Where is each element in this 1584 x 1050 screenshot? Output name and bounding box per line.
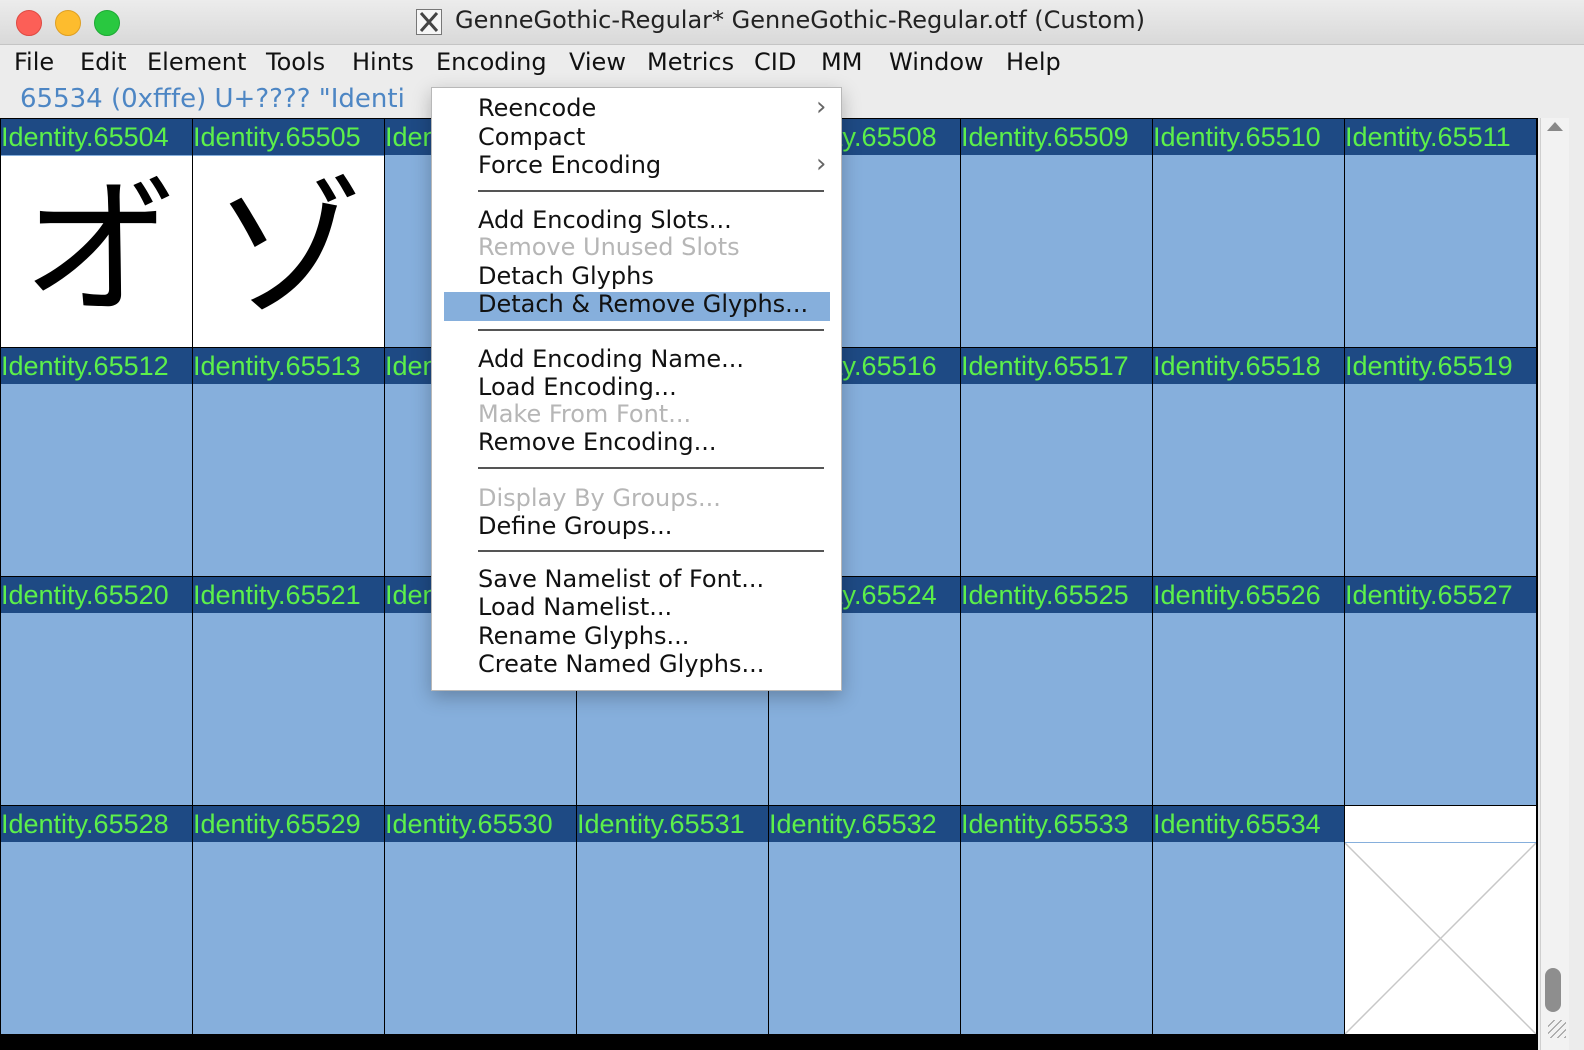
menu-item-remove-unused-slots: Remove Unused Slots <box>478 233 740 261</box>
empty-slot-cross-icon <box>1345 842 1536 1034</box>
resize-grip-icon[interactable] <box>1548 1020 1566 1038</box>
glyph-cell-label: Identity.65513 <box>193 348 384 384</box>
glyph-cell[interactable]: Identity.65528 <box>1 806 192 1034</box>
menu-mm[interactable]: MM <box>821 48 862 76</box>
menu-metrics[interactable]: Metrics <box>647 48 734 76</box>
glyph-cell[interactable]: Identity.65520 <box>1 577 192 805</box>
menu-item-make-from-font: Make From Font... <box>478 400 692 428</box>
glyph-cell[interactable]: Identity.65519 <box>1345 348 1536 576</box>
menu-item-rename-glyphs[interactable]: Rename Glyphs... <box>478 622 689 650</box>
glyph-cell[interactable]: Identity.65532 <box>769 806 960 1034</box>
glyph-cell[interactable]: Identity.65526 <box>1153 577 1344 805</box>
glyph-cell[interactable]: Identity.65504 オ゙ <box>1 119 192 347</box>
glyph-cell-label: Identity.65528 <box>1 806 192 842</box>
menu-item-detach-remove-glyphs[interactable]: Detach & Remove Glyphs... <box>478 290 808 318</box>
minimize-window-button[interactable] <box>55 10 81 36</box>
glyph-cell-label: Identity.65504 <box>1 119 192 155</box>
menu-item-remove-encoding[interactable]: Remove Encoding... <box>478 428 717 456</box>
glyph-cell[interactable]: Identity.65509 <box>961 119 1152 347</box>
menu-element[interactable]: Element <box>147 48 246 76</box>
glyph-cell[interactable]: Identity.65511 <box>1345 119 1536 347</box>
glyph-cell-label: Identity.65533 <box>961 806 1152 842</box>
menu-encoding[interactable]: Encoding <box>436 48 547 76</box>
glyph-cell-label: Identity.65520 <box>1 577 192 613</box>
glyph-cell-label <box>1345 806 1536 842</box>
menu-item-add-encoding-name[interactable]: Add Encoding Name... <box>478 345 744 373</box>
menu-item-define-groups[interactable]: Define Groups... <box>478 512 672 540</box>
glyph-cell[interactable]: Identity.65505 ゾ <box>193 119 384 347</box>
glyph-cell-label: Identity.65525 <box>961 577 1152 613</box>
zoom-window-button[interactable] <box>94 10 120 36</box>
empty-glyph-slot <box>1345 842 1536 1034</box>
glyph-cell[interactable]: Identity.65531 <box>577 806 768 1034</box>
glyph-cell[interactable]: Identity.65512 <box>1 348 192 576</box>
scrollbar-thumb[interactable] <box>1545 968 1561 1012</box>
menu-bar: File Edit Element Tools Hints Encoding V… <box>0 45 1584 83</box>
menu-item-display-by-groups: Display By Groups... <box>478 484 721 512</box>
glyph-cell-label: Identity.65519 <box>1345 348 1536 384</box>
glyph-cell-label: Identity.65521 <box>193 577 384 613</box>
glyph-cell-label: Identity.65532 <box>769 806 960 842</box>
glyph-cell[interactable]: Identity.65529 <box>193 806 384 1034</box>
glyph-cell[interactable]: Identity.65534 <box>1153 806 1344 1034</box>
glyph-cell-label: Identity.65511 <box>1345 119 1536 155</box>
glyph-cell-label: Identity.65505 <box>193 119 384 155</box>
encoding-menu-dropdown: Reencode › Compact Force Encoding › Add … <box>431 87 842 691</box>
menu-separator <box>478 550 824 552</box>
close-window-button[interactable] <box>16 10 42 36</box>
glyph-cell[interactable] <box>1345 806 1536 1034</box>
menu-tools[interactable]: Tools <box>266 48 325 76</box>
menu-item-load-encoding[interactable]: Load Encoding... <box>478 373 677 401</box>
menu-item-add-encoding-slots[interactable]: Add Encoding Slots... <box>478 206 732 234</box>
menu-cid[interactable]: CID <box>754 48 796 76</box>
glyph-cell[interactable]: Identity.65530 <box>385 806 576 1034</box>
menu-separator <box>478 329 824 331</box>
glyph-cell[interactable]: Identity.65517 <box>961 348 1152 576</box>
glyph-cell-label: Identity.65518 <box>1153 348 1344 384</box>
glyph-preview: ゾ <box>193 156 384 347</box>
glyph-cell-label: Identity.65529 <box>193 806 384 842</box>
glyph-cell[interactable]: Identity.65518 <box>1153 348 1344 576</box>
title-bar: GenneGothic-Regular* GenneGothic-Regular… <box>0 0 1584 45</box>
scroll-up-arrow-icon[interactable] <box>1547 122 1563 131</box>
glyph-cell-label: Identity.65531 <box>577 806 768 842</box>
glyph-cell-label: Identity.65517 <box>961 348 1152 384</box>
glyph-cell-label: Identity.65526 <box>1153 577 1344 613</box>
glyph-cell[interactable]: Identity.65525 <box>961 577 1152 805</box>
glyph-cell-label: Identity.65534 <box>1153 806 1344 842</box>
menu-file[interactable]: File <box>14 48 54 76</box>
menu-item-load-namelist[interactable]: Load Namelist... <box>478 593 672 621</box>
menu-item-compact[interactable]: Compact <box>478 123 585 151</box>
glyph-cell[interactable]: Identity.65510 <box>1153 119 1344 347</box>
menu-item-save-namelist[interactable]: Save Namelist of Font... <box>478 565 764 593</box>
submenu-arrow-icon: › <box>816 92 827 122</box>
menu-separator <box>478 190 824 192</box>
menu-item-create-named-glyphs[interactable]: Create Named Glyphs... <box>478 650 764 678</box>
glyph-cell-label: Identity.65509 <box>961 119 1152 155</box>
glyph-cell-label: Identity.65527 <box>1345 577 1536 613</box>
glyph-cell[interactable]: Identity.65521 <box>193 577 384 805</box>
glyph-cell-label: Identity.65512 <box>1 348 192 384</box>
x11-icon <box>416 9 442 35</box>
window-title: GenneGothic-Regular* GenneGothic-Regular… <box>455 6 1145 34</box>
menu-edit[interactable]: Edit <box>80 48 126 76</box>
menu-help[interactable]: Help <box>1006 48 1061 76</box>
glyph-cell[interactable]: Identity.65533 <box>961 806 1152 1034</box>
submenu-arrow-icon: › <box>816 149 827 179</box>
glyph-info-line: 65534 (0xfffe) U+???? "Identi <box>20 84 405 114</box>
glyph-preview: オ゙ <box>1 156 192 347</box>
menu-hints[interactable]: Hints <box>352 48 414 76</box>
menu-item-detach-glyphs[interactable]: Detach Glyphs <box>478 262 654 290</box>
vertical-scrollbar[interactable] <box>1540 118 1569 1050</box>
glyph-cell-label: Identity.65510 <box>1153 119 1344 155</box>
menu-window[interactable]: Window <box>889 48 984 76</box>
menu-item-reencode[interactable]: Reencode <box>478 94 596 122</box>
menu-separator <box>478 467 824 469</box>
glyph-cell[interactable]: Identity.65513 <box>193 348 384 576</box>
glyph-cell-label: Identity.65530 <box>385 806 576 842</box>
menu-item-force-encoding[interactable]: Force Encoding <box>478 151 661 179</box>
glyph-cell[interactable]: Identity.65527 <box>1345 577 1536 805</box>
menu-view[interactable]: View <box>569 48 626 76</box>
